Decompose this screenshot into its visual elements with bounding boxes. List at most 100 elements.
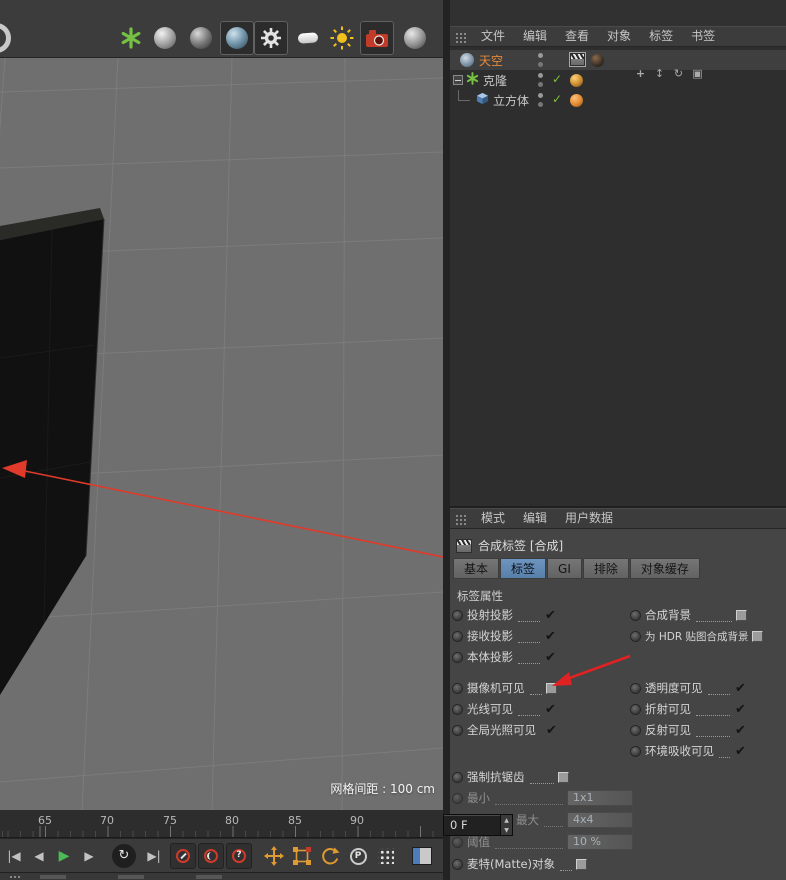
anim-dot-icon[interactable]	[453, 725, 462, 735]
anim-dot-icon[interactable]	[631, 746, 640, 756]
tab-basic[interactable]: 基本	[453, 558, 500, 579]
anim-dot-icon[interactable]	[453, 683, 462, 693]
checkbox[interactable]	[752, 630, 764, 642]
sphere-shaded-button[interactable]	[184, 21, 218, 55]
anim-dot-icon[interactable]	[631, 704, 640, 714]
pan-icon[interactable]: +	[633, 66, 648, 81]
coordinate-system-button[interactable]: P	[344, 842, 372, 870]
cube-object[interactable]	[0, 208, 105, 695]
frame-stepper[interactable]: ▲ ▼	[500, 815, 512, 835]
goto-start-button[interactable]: |◀	[2, 843, 26, 869]
sky-object-icon	[460, 53, 474, 67]
anim-dot-icon[interactable]	[631, 725, 640, 735]
rotate-icon[interactable]: ↻	[671, 66, 686, 81]
object-label[interactable]: 克隆	[483, 72, 507, 89]
checkbox[interactable]	[734, 682, 747, 695]
checkbox[interactable]	[544, 609, 557, 622]
object-row-sky[interactable]: 天空	[450, 50, 786, 70]
play-button[interactable]: ▶	[52, 843, 76, 869]
compositing-tag-icon[interactable]	[570, 53, 585, 66]
mograph-cloner-button[interactable]	[114, 21, 148, 55]
snap-grid-button[interactable]	[372, 842, 400, 870]
menu-mode[interactable]: 模式	[472, 509, 514, 528]
step-down-icon[interactable]: ▼	[504, 827, 509, 834]
anim-dot-icon[interactable]	[453, 652, 462, 662]
checkbox[interactable]	[576, 858, 587, 870]
enabled-check-icon[interactable]: ✓	[552, 92, 562, 106]
menu-edit[interactable]: 编辑	[514, 27, 556, 46]
menu-view[interactable]: 查看	[556, 27, 598, 46]
sky-material-tag-icon[interactable]	[591, 53, 604, 67]
panel-grip-icon[interactable]	[9, 874, 20, 880]
floor-button[interactable]	[291, 21, 325, 55]
menu-edit[interactable]: 编辑	[514, 509, 556, 528]
panel-divider[interactable]	[443, 0, 450, 880]
zoom-icon[interactable]: ↕	[652, 66, 667, 81]
anim-dot-icon[interactable]	[631, 631, 640, 641]
max-field[interactable]: 4x4	[567, 812, 633, 828]
visibility-dots[interactable]	[538, 53, 544, 67]
viewport[interactable]: 网格间距 : 100 cm	[0, 58, 443, 810]
light-button[interactable]	[325, 21, 359, 55]
checkbox[interactable]	[734, 703, 747, 716]
material-tag-icon[interactable]	[570, 73, 583, 87]
sphere-gray-button[interactable]	[398, 21, 432, 55]
checkbox[interactable]	[544, 630, 557, 643]
panel-grip-icon[interactable]	[455, 512, 466, 525]
checkbox[interactable]	[558, 771, 569, 783]
min-field[interactable]: 1x1	[567, 790, 633, 806]
goto-end-button[interactable]: ▶|	[142, 843, 166, 869]
anim-dot-icon[interactable]	[453, 704, 462, 714]
scale-tool-button[interactable]	[288, 842, 316, 870]
checkbox[interactable]	[545, 724, 558, 737]
settings-button[interactable]	[254, 21, 288, 55]
maximize-icon[interactable]: ▣	[690, 66, 705, 81]
prev-frame-button[interactable]: ◀	[27, 843, 51, 869]
menu-file[interactable]: 文件	[472, 27, 514, 46]
object-row-cube[interactable]: 立方体 ✓	[450, 90, 786, 110]
next-frame-button[interactable]: ▶	[77, 843, 101, 869]
rotate-tool-button[interactable]	[316, 842, 344, 870]
camera-button[interactable]	[360, 21, 394, 55]
tab-exclusion[interactable]: 排除	[582, 558, 629, 579]
panel-grip-icon[interactable]	[455, 30, 466, 43]
object-label[interactable]: 立方体	[493, 92, 529, 109]
anim-dot-icon[interactable]	[453, 793, 462, 803]
menu-tags[interactable]: 标签	[640, 27, 682, 46]
layout-button[interactable]	[408, 842, 436, 870]
threshold-field[interactable]: 10 %	[567, 834, 633, 850]
anim-dot-icon[interactable]	[453, 859, 462, 869]
phong-tag-icon[interactable]	[570, 93, 583, 107]
enabled-check-icon[interactable]: ✓	[552, 72, 562, 86]
autokey-button[interactable]	[198, 843, 224, 869]
keyframe-help-button[interactable]: ?	[226, 843, 252, 869]
checkbox[interactable]	[736, 609, 747, 621]
visibility-dots[interactable]	[538, 93, 544, 107]
anim-dot-icon[interactable]	[631, 610, 640, 620]
loop-mode-button[interactable]: ↻	[112, 844, 136, 868]
tab-object-buffer[interactable]: 对象缓存	[629, 558, 700, 579]
timeline-ruler[interactable]: 65 70 75 80 85 90	[0, 810, 443, 838]
checkbox[interactable]	[734, 724, 747, 737]
menu-objects[interactable]: 对象	[598, 27, 640, 46]
visibility-dots[interactable]	[538, 73, 544, 87]
object-label[interactable]: 天空	[479, 52, 503, 69]
checkbox[interactable]	[544, 703, 557, 716]
collapse-toggle-icon[interactable]	[453, 75, 463, 85]
menu-userdata[interactable]: 用户数据	[556, 509, 622, 528]
step-up-icon[interactable]: ▲	[504, 817, 509, 824]
checkbox[interactable]	[734, 745, 747, 758]
tab-gi[interactable]: GI	[547, 558, 582, 579]
anim-dot-icon[interactable]	[453, 837, 462, 847]
move-tool-button[interactable]	[260, 842, 288, 870]
sphere-button[interactable]	[148, 21, 182, 55]
record-keyframe-button[interactable]	[170, 843, 196, 869]
anim-dot-icon[interactable]	[453, 772, 462, 782]
sphere-textured-button[interactable]	[220, 21, 254, 55]
anim-dot-icon[interactable]	[453, 631, 462, 641]
current-frame-field[interactable]: 0 F ▲ ▼	[443, 814, 513, 836]
menu-bookmarks[interactable]: 书签	[682, 27, 724, 46]
object-row-cloner[interactable]: 克隆 ✓	[450, 70, 786, 90]
tab-tag[interactable]: 标签	[500, 558, 547, 579]
anim-dot-icon[interactable]	[453, 610, 462, 620]
